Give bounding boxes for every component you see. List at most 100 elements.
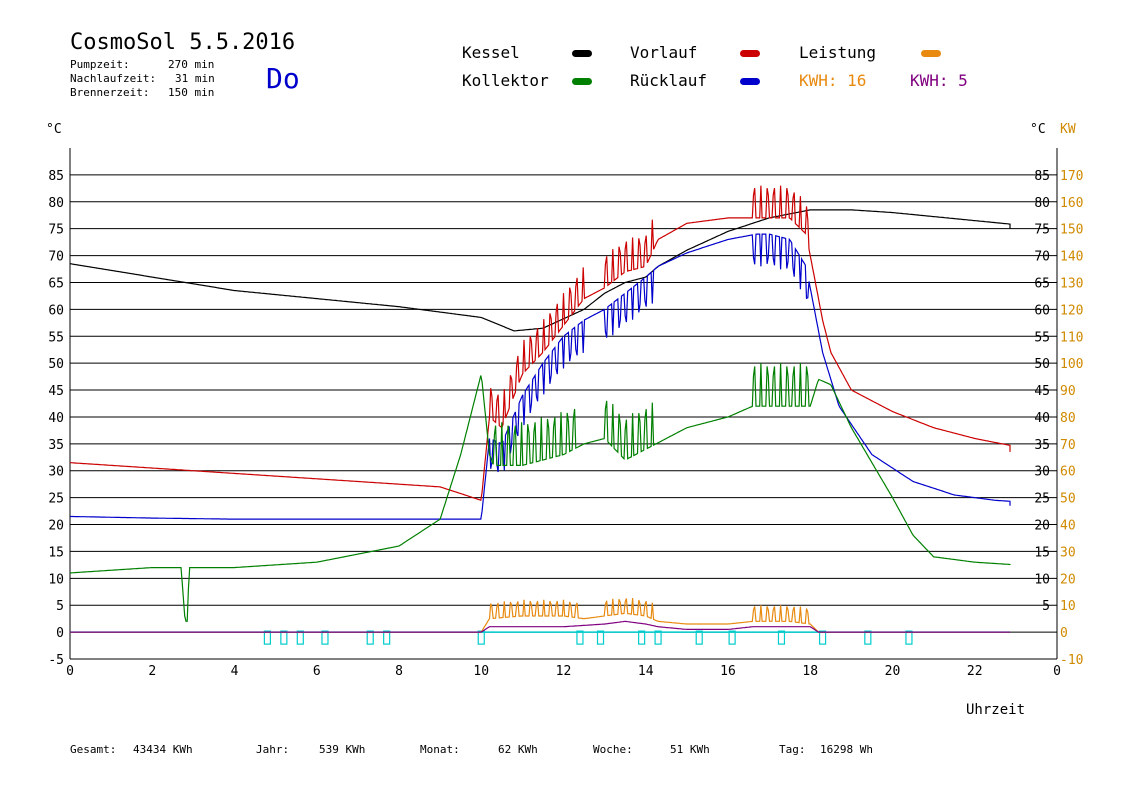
x-tick-label: 22 — [967, 664, 983, 679]
pump-pulse — [654, 630, 662, 645]
y-tick-right-label: 85 — [1034, 169, 1050, 184]
x-tick-label: 20 — [885, 664, 901, 679]
footer-woche-value: 51 KWh — [670, 743, 710, 756]
y-tick-left-label: 50 — [48, 357, 64, 372]
y-tick-left-label: 55 — [48, 330, 64, 345]
y-tick-right-label: 5 — [1042, 599, 1050, 614]
y-tick-kw-label: 40 — [1060, 519, 1076, 534]
y-tick-right-label: 25 — [1034, 492, 1050, 507]
y-tick-left-label: 0 — [56, 626, 64, 641]
pump-pulse — [280, 630, 288, 645]
x-tick-label: 6 — [313, 664, 321, 679]
y-tick-left-label: 5 — [56, 599, 64, 614]
footer-jahr-value: 539 KWh — [319, 743, 366, 756]
footer-monat-value: 62 KWh — [498, 743, 538, 756]
footer-woche-label: Woche: — [593, 743, 633, 756]
series-line-ruecklauf — [70, 233, 1011, 520]
y-axis-left-title: °C — [46, 122, 62, 137]
y-tick-kw-label: 110 — [1060, 330, 1083, 345]
y-tick-right-label: 40 — [1034, 411, 1050, 426]
y-tick-right-label: 20 — [1034, 519, 1050, 534]
x-tick-label: 4 — [231, 664, 239, 679]
x-tick-label: 18 — [802, 664, 818, 679]
pump-pulse — [383, 630, 391, 645]
series-line-kwh2 — [70, 620, 1010, 633]
y-tick-right-label: 60 — [1034, 303, 1050, 318]
y-tick-right-label: 65 — [1034, 276, 1050, 291]
y-tick-kw-label: 120 — [1060, 303, 1083, 318]
footer-gesamt-value: 43434 KWh — [133, 743, 193, 756]
series-line-kollektor — [70, 363, 1011, 622]
y-tick-kw-label: 160 — [1060, 196, 1083, 211]
y-tick-left-label: 45 — [48, 384, 64, 399]
y-tick-left-label: 85 — [48, 169, 64, 184]
y-tick-left-label: 25 — [48, 492, 64, 507]
x-tick-label: 12 — [556, 664, 572, 679]
y-tick-kw-label: 140 — [1060, 250, 1083, 265]
y-tick-right-label: 35 — [1034, 438, 1050, 453]
footer-tag-label: Tag: — [779, 743, 806, 756]
footer-tag-value: 16298 Wh — [820, 743, 873, 756]
pump-pulse — [576, 630, 584, 645]
pump-pulse — [477, 630, 485, 645]
y-tick-left-label: 70 — [48, 250, 64, 265]
y-tick-kw-label: 20 — [1060, 572, 1076, 587]
y-tick-right-label: 80 — [1034, 196, 1050, 211]
pump-pulse — [263, 630, 271, 645]
x-tick-label: 8 — [395, 664, 403, 679]
y-tick-left-label: 35 — [48, 438, 64, 453]
pump-pulse — [777, 630, 786, 645]
y-tick-left-label: 20 — [48, 519, 64, 534]
y-tick-kw-label: 170 — [1060, 169, 1083, 184]
temperature-chart: -505101520253035404550556065707580855101… — [46, 122, 1083, 718]
y-tick-right-label: 70 — [1034, 250, 1050, 265]
y-tick-kw-label: 90 — [1060, 384, 1076, 399]
y-tick-kw-label: 130 — [1060, 276, 1083, 291]
y-tick-left-label: 60 — [48, 303, 64, 318]
series-line-kessel — [69, 209, 1011, 332]
x-tick-label: 2 — [148, 664, 156, 679]
pump-pulse — [695, 630, 703, 645]
y-tick-left-label: 80 — [48, 196, 64, 211]
pump-pulse — [638, 630, 646, 645]
y-axis-kw-title: KW — [1060, 122, 1076, 137]
y-tick-left-label: 10 — [48, 572, 64, 587]
x-tick-label: 10 — [473, 664, 489, 679]
y-tick-kw-label: 60 — [1060, 465, 1076, 480]
footer-monat-label: Monat: — [420, 743, 460, 756]
y-tick-left-label: 30 — [48, 465, 64, 480]
y-tick-right-label: 45 — [1034, 384, 1050, 399]
pump-pulse — [728, 630, 736, 645]
y-tick-left-label: 40 — [48, 411, 64, 426]
y-tick-right-label: 30 — [1034, 465, 1050, 480]
y-tick-right-label: 75 — [1034, 223, 1050, 238]
footer-gesamt-label: Gesamt: — [70, 743, 117, 756]
y-tick-kw-label: 30 — [1060, 545, 1076, 560]
y-tick-kw-label: 70 — [1060, 438, 1076, 453]
pump-pulse — [905, 630, 913, 645]
pump-pulse — [296, 630, 304, 645]
y-tick-kw-label: 10 — [1060, 599, 1076, 614]
x-tick-label: 14 — [638, 664, 654, 679]
x-tick-label: 16 — [720, 664, 736, 679]
y-tick-kw-label: 100 — [1060, 357, 1083, 372]
x-tick-label: 0 — [66, 664, 74, 679]
y-axis-right-title: °C — [1030, 122, 1046, 137]
y-tick-right-label: 15 — [1034, 545, 1050, 560]
y-tick-left-label: 75 — [48, 223, 64, 238]
y-tick-kw-label: 80 — [1060, 411, 1076, 426]
y-tick-left-label: 15 — [48, 545, 64, 560]
pump-pulse — [864, 630, 872, 645]
y-tick-kw-label: -10 — [1060, 653, 1083, 668]
x-axis-title: Uhrzeit — [966, 702, 1025, 718]
y-tick-right-label: 55 — [1034, 330, 1050, 345]
y-tick-kw-label: 50 — [1060, 492, 1076, 507]
pump-pulse — [596, 630, 605, 645]
y-tick-kw-label: 150 — [1060, 223, 1083, 238]
y-tick-left-label: -5 — [48, 653, 64, 668]
footer-jahr-label: Jahr: — [256, 743, 290, 756]
pump-pulse — [366, 630, 374, 645]
pump-pulse — [321, 630, 329, 645]
pump-pulse — [818, 630, 827, 645]
y-tick-kw-label: 0 — [1060, 626, 1068, 641]
